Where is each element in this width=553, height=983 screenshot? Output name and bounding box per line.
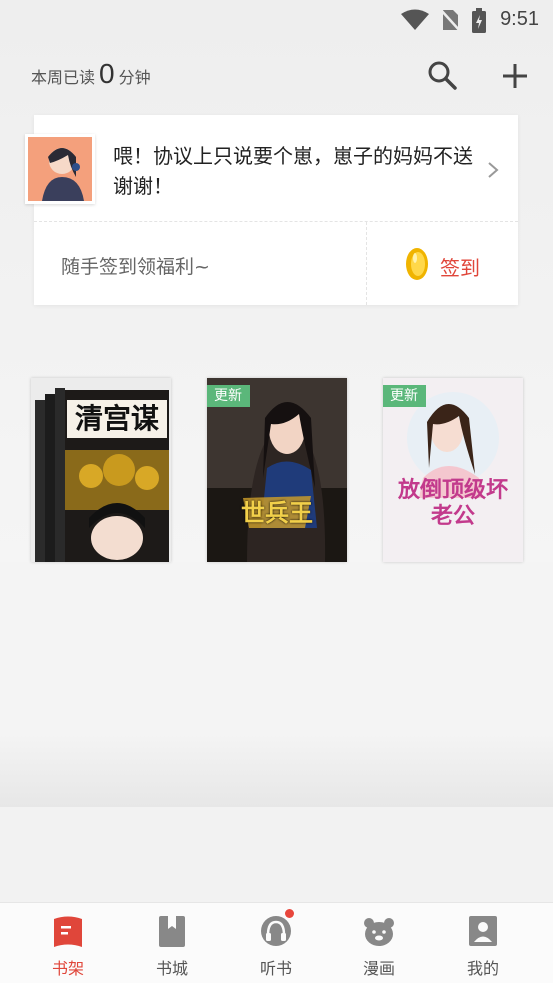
card-divider [34, 221, 518, 222]
search-icon[interactable] [424, 58, 460, 94]
update-tag: 更新 [383, 385, 426, 407]
book-cover-2[interactable]: 更新 世兵王 [207, 378, 347, 562]
bottom-tab-bar: 书架 书城 听书 漫画 我的 [0, 902, 553, 983]
tab-label: 漫画 [362, 959, 395, 978]
chevron-right-icon[interactable] [486, 160, 500, 180]
status-bar: 9:51 [0, 0, 553, 40]
recommend-avatar[interactable] [25, 134, 95, 204]
tab-comics[interactable]: 漫画 [339, 903, 419, 983]
shelf-empty-area [0, 562, 553, 807]
card-vertical-divider [366, 222, 367, 305]
tab-label: 我的 [466, 959, 499, 978]
tab-label: 书架 [51, 959, 84, 978]
tab-profile[interactable]: 我的 [443, 903, 523, 983]
tab-audiobook[interactable]: 听书 [236, 903, 316, 983]
comic-bear-icon [364, 918, 394, 946]
reading-minutes: 0 [99, 58, 115, 89]
recommend-message[interactable]: 喂！协议上只说要个崽，崽子的妈妈不送谢谢！ [113, 141, 473, 201]
book-title-2: 世兵王 [241, 499, 313, 527]
book-title-1: 清宫谋 [67, 400, 167, 438]
notification-dot [285, 909, 294, 918]
headphones-icon [261, 916, 291, 946]
reading-label: 本周已读 [31, 68, 96, 87]
coin-icon[interactable] [405, 247, 429, 281]
avatar-illustration [28, 137, 92, 201]
battery-icon [472, 8, 486, 33]
reading-unit: 分钟 [118, 68, 151, 87]
bottom-spacer [0, 807, 553, 902]
bookshelf-icon [54, 916, 82, 947]
book-cover-3[interactable]: 更新 放倒顶级坏老公 [383, 378, 523, 562]
weekly-reading-stat: 本周已读 0 分钟 [31, 58, 151, 90]
tab-bookshelf[interactable]: 书架 [28, 903, 108, 983]
tab-label: 听书 [259, 959, 292, 978]
wifi-icon [401, 9, 429, 30]
no-sim-icon [440, 9, 461, 32]
status-time: 9:51 [500, 8, 539, 30]
tab-bookstore[interactable]: 书城 [132, 903, 212, 983]
profile-icon [469, 916, 497, 946]
add-icon[interactable] [497, 58, 533, 94]
bookstore-icon [159, 916, 185, 947]
update-tag: 更新 [207, 385, 250, 407]
signin-button[interactable]: 签到 [440, 252, 480, 281]
tab-label: 书城 [155, 959, 188, 978]
book-title-3: 放倒顶级坏老公 [397, 478, 508, 529]
book-cover-1[interactable]: 清宫谋 [31, 378, 171, 562]
welfare-text: 随手签到领福利~ [61, 256, 210, 278]
